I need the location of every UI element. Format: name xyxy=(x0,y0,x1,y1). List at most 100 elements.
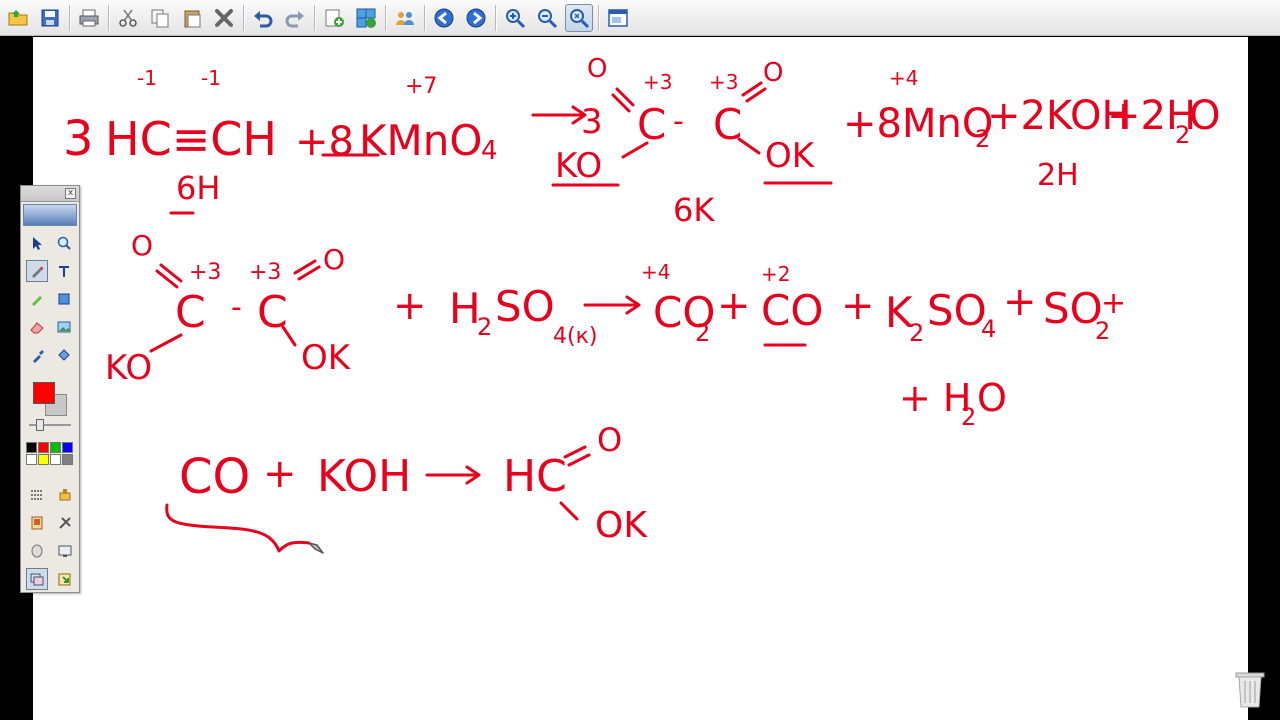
arrow-3 xyxy=(425,465,481,485)
select-tool-icon[interactable] xyxy=(26,232,48,254)
zoom-out-icon[interactable] xyxy=(533,4,561,32)
copy-icon[interactable] xyxy=(146,4,174,32)
color-swatch[interactable] xyxy=(50,454,61,465)
trash-icon[interactable] xyxy=(1232,665,1268,710)
palette-close-button[interactable]: x xyxy=(65,188,76,199)
new-page-icon[interactable] xyxy=(320,4,348,32)
h2so4-sub2: 2 xyxy=(477,313,492,341)
cut-icon[interactable] xyxy=(114,4,142,32)
pen-tool-icon[interactable] xyxy=(25,260,48,282)
tools-icon[interactable] xyxy=(54,512,76,534)
plus-2a: + xyxy=(393,283,427,329)
magnifier-tool-icon[interactable] xyxy=(53,232,75,254)
import-icon[interactable] xyxy=(54,568,76,590)
c-left-1: C xyxy=(637,100,666,149)
bond-ko-2 xyxy=(149,333,183,353)
k2so4-sub4: 4 xyxy=(981,315,996,343)
plus-2c: + xyxy=(841,283,875,329)
shape-tool-icon[interactable] xyxy=(53,288,75,310)
whiteboard-canvas[interactable]: 3 HC≡CH -1 -1 +8 KMnO 4 +7 3 O O +3 +3 C… xyxy=(33,37,1248,720)
image-tool-icon[interactable] xyxy=(53,316,75,338)
product-coef-3: 3 xyxy=(581,102,603,142)
h2o-2-sub: 2 xyxy=(961,403,976,431)
foreground-color-swatch[interactable] xyxy=(33,382,55,404)
fill-tool-icon[interactable] xyxy=(53,344,75,366)
stamp-tool-icon[interactable] xyxy=(54,484,76,506)
o-top2-2: O xyxy=(323,243,345,276)
ox-co2: +4 xyxy=(641,260,670,284)
tool-palette[interactable]: x xyxy=(20,185,80,593)
line-style-icon[interactable] xyxy=(26,484,48,506)
o-left-1: O xyxy=(587,54,607,84)
paste-icon[interactable] xyxy=(178,4,206,32)
toolbar-separator xyxy=(69,4,70,31)
zoom-in-icon[interactable] xyxy=(501,4,529,32)
h2so4-h: H xyxy=(449,284,481,333)
palette-banner xyxy=(23,204,77,226)
double-bond-left xyxy=(611,87,635,113)
pen-size-slider-knob[interactable] xyxy=(36,419,44,431)
dash-1: - xyxy=(673,104,684,139)
plus-2d: + xyxy=(1003,279,1037,325)
prev-page-icon[interactable] xyxy=(430,4,458,32)
ox-state-c4: +3 xyxy=(709,70,738,94)
plus-8: +8 xyxy=(295,119,354,165)
delete-icon[interactable] xyxy=(210,4,238,32)
double-bond-3 xyxy=(563,445,591,467)
ok-3: OK xyxy=(595,505,648,546)
screen-capture-icon[interactable] xyxy=(26,512,48,534)
h2so4-so: SO xyxy=(495,282,555,331)
color-swatch[interactable] xyxy=(62,454,73,465)
text-tool-icon[interactable] xyxy=(53,260,75,282)
ko-2: KO xyxy=(105,348,152,388)
h2so4-sub4k: 4(к) xyxy=(553,324,597,349)
duplicate-page-icon[interactable] xyxy=(352,4,380,32)
users-icon[interactable] xyxy=(391,4,419,32)
plus-2b: + xyxy=(717,283,751,329)
undo-icon[interactable] xyxy=(249,4,277,32)
ox-state-mn: +7 xyxy=(405,74,437,99)
reactant-kmno4: KMnO xyxy=(359,116,482,165)
ox-co: +2 xyxy=(761,262,790,286)
color-swatch[interactable] xyxy=(38,442,49,453)
palette-titlebar[interactable]: x xyxy=(21,186,79,202)
record-icon[interactable] xyxy=(26,540,48,562)
print-icon[interactable] xyxy=(75,4,103,32)
next-page-icon[interactable] xyxy=(462,4,490,32)
color-swatch[interactable] xyxy=(26,442,37,453)
save-icon[interactable] xyxy=(36,4,64,32)
note-6h: 6H xyxy=(176,169,220,207)
zoom-fit-icon[interactable] xyxy=(565,3,593,32)
sub-2-h2o: 2 xyxy=(1175,121,1190,149)
h2o-2-o: O xyxy=(977,376,1007,420)
toolbar-separator xyxy=(598,4,599,31)
eraser-tool-icon[interactable] xyxy=(26,316,48,338)
ox-2b: +3 xyxy=(249,260,281,285)
color-swatch[interactable] xyxy=(26,454,37,465)
layer-tool-icon[interactable] xyxy=(26,568,48,590)
toolbar-separator xyxy=(385,4,386,31)
note-6k: 6K xyxy=(673,191,715,229)
bond-ko xyxy=(621,141,649,159)
c1-2: C xyxy=(175,287,206,338)
open-icon[interactable] xyxy=(4,4,32,32)
color-swatch[interactable] xyxy=(62,442,73,453)
color-swatch[interactable] xyxy=(50,442,61,453)
plus-2e: + xyxy=(1101,286,1126,321)
toolbar-separator xyxy=(495,4,496,31)
mno2: +8MnO xyxy=(843,101,993,147)
sub-o4: 4 xyxy=(481,136,498,166)
ox-state-c2: -1 xyxy=(201,66,221,90)
color-swatch[interactable] xyxy=(38,454,49,465)
highlighter-tool-icon[interactable] xyxy=(26,288,48,310)
hc-3: HC xyxy=(503,451,567,502)
screen-icon[interactable] xyxy=(54,540,76,562)
pen-cursor-icon xyxy=(308,542,324,554)
bond-ok-3 xyxy=(559,501,579,521)
dropper-tool-icon[interactable] xyxy=(26,344,48,366)
redo-icon[interactable] xyxy=(281,4,309,32)
o-top-2: O xyxy=(131,229,153,262)
toolbar-separator xyxy=(314,4,315,31)
so2-sub2: 2 xyxy=(1095,317,1110,345)
window-icon[interactable] xyxy=(604,4,632,32)
